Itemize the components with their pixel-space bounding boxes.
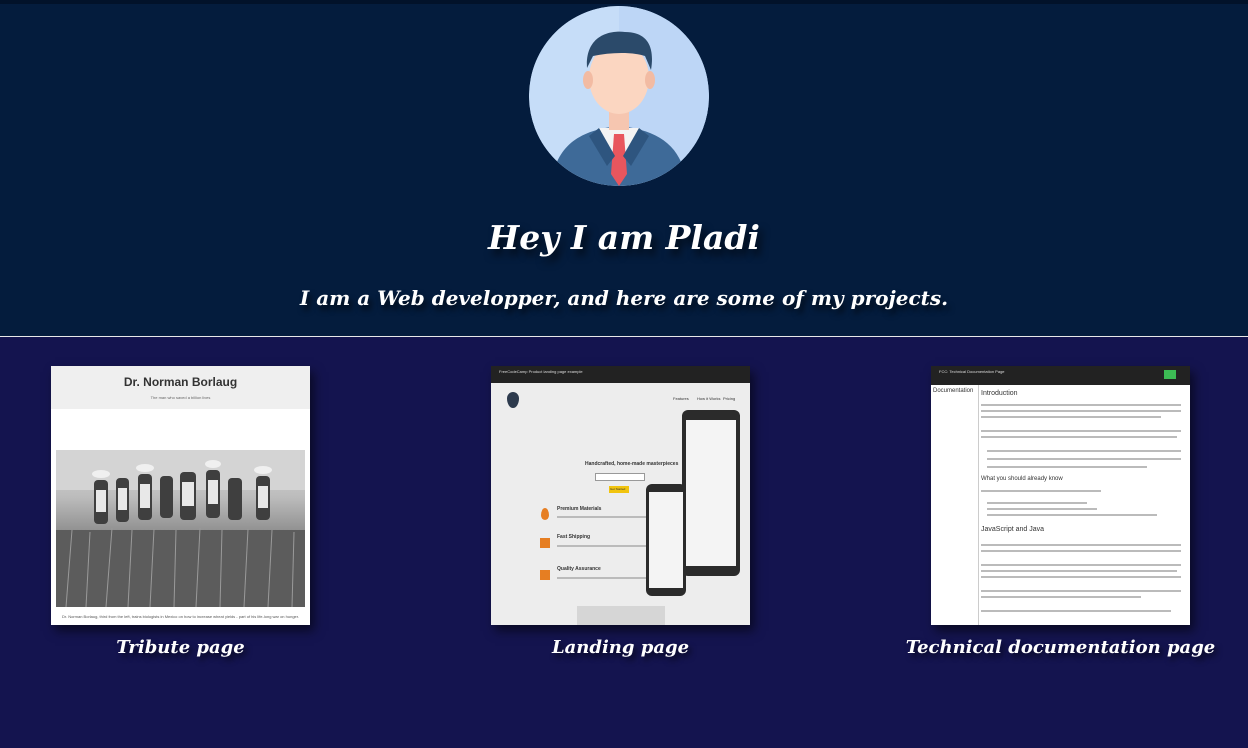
techdoc-bullet-2 (987, 458, 1181, 460)
top-edge (0, 0, 1248, 4)
techdoc-heading-1: Introduction (981, 390, 1018, 397)
techdoc-heading-2: What you should already know (981, 476, 1063, 482)
field-photo-icon (56, 450, 305, 608)
techdoc-paragraph-1 (981, 404, 1181, 406)
techdoc-paragraph-2 (981, 410, 1181, 412)
battery-icon (540, 570, 550, 580)
landing-nav-how: How it Works (697, 396, 721, 401)
techdoc-paragraph-10 (981, 570, 1177, 572)
landing-headline: Handcrafted, home-made masterpieces (585, 461, 679, 467)
techdoc-paragraph-3 (981, 416, 1161, 418)
landing-logo-icon (507, 392, 519, 408)
techdoc-paragraph-5 (981, 436, 1177, 438)
project-card-landing[interactable]: FreeCodeCamp Product landing page exampl… (491, 366, 750, 658)
landing-nav-pricing: Pricing (723, 396, 736, 401)
hero-section: Hey I am Pladi I am a Web developper, an… (0, 0, 1248, 336)
landing-feature-1: Premium Materials (557, 506, 602, 512)
techdoc-thumb-bar-title: FCC: Technical Documentation Page (939, 369, 1005, 374)
project-thumbnail-tribute[interactable]: Dr. Norman Borlaug The man who saved a b… (51, 366, 310, 625)
avatar-illustration-icon (529, 6, 709, 186)
techdoc-bullet-5 (987, 508, 1097, 510)
project-thumbnail-techdoc[interactable]: FCC: Technical Documentation Page Docume… (931, 366, 1190, 625)
project-thumbnail-landing[interactable]: FreeCodeCamp Product landing page exampl… (491, 366, 750, 625)
techdoc-bullet-6 (987, 514, 1157, 516)
techdoc-paragraph-7 (981, 544, 1181, 546)
landing-feature-2-text (557, 545, 647, 547)
landing-footer-mockup (577, 606, 665, 625)
project-label-techdoc[interactable]: Technical documentation page (901, 637, 1220, 658)
landing-feature-3-text (557, 577, 647, 579)
techdoc-thumb-sidebar (931, 385, 979, 625)
techdoc-paragraph-4 (981, 430, 1181, 432)
project-card-tribute[interactable]: Dr. Norman Borlaug The man who saved a b… (51, 366, 310, 658)
techdoc-paragraph-9 (981, 564, 1181, 566)
techdoc-paragraph-12 (981, 590, 1181, 592)
landing-feature-2: Fast Shipping (557, 534, 591, 540)
tribute-thumb-title: Dr. Norman Borlaug (123, 375, 238, 389)
techdoc-paragraph-6 (981, 490, 1101, 492)
techdoc-bullet-3 (987, 466, 1147, 468)
techdoc-heading-3: JavaScript and Java (981, 526, 1045, 533)
landing-email-input (595, 473, 645, 481)
techdoc-thumb-sidebar-title: Documentation (933, 388, 974, 394)
landing-thumb-bar-title: FreeCodeCamp Product landing page exampl… (499, 369, 583, 374)
techdoc-bullet-4 (987, 502, 1087, 504)
project-label-tribute[interactable]: Tribute page (51, 637, 310, 658)
project-label-landing[interactable]: Landing page (491, 637, 750, 658)
phone-mockup (646, 484, 686, 596)
profile-avatar (529, 6, 709, 186)
techdoc-paragraph-13 (981, 596, 1141, 598)
landing-feature-1-text (557, 516, 647, 518)
page-title: Hey I am Pladi (488, 218, 760, 257)
project-card-techdoc[interactable]: FCC: Technical Documentation Page Docume… (906, 366, 1215, 658)
techdoc-paragraph-8 (981, 550, 1181, 552)
tablet-mockup (682, 410, 740, 576)
landing-feature-3: Quality Assurance (557, 566, 601, 572)
truck-icon (540, 538, 550, 548)
landing-cta-label: Get Started (610, 487, 626, 491)
page-subtitle: I am a Web developper, and here are some… (299, 286, 949, 310)
techdoc-paragraph-14 (981, 610, 1171, 612)
tribute-thumb-subtitle: The man who saved a billion lives (150, 395, 211, 400)
techdoc-paragraph-11 (981, 576, 1181, 578)
projects-section: Dr. Norman Borlaug The man who saved a b… (0, 337, 1248, 748)
fire-icon (541, 508, 549, 520)
techdoc-bullet-1 (987, 450, 1181, 452)
tribute-photo (56, 450, 305, 608)
tribute-thumb-caption: Dr. Norman Borlaug, third from the left,… (61, 614, 299, 619)
techdoc-thumb-button (1164, 370, 1176, 379)
landing-nav-features: Features (673, 396, 689, 401)
